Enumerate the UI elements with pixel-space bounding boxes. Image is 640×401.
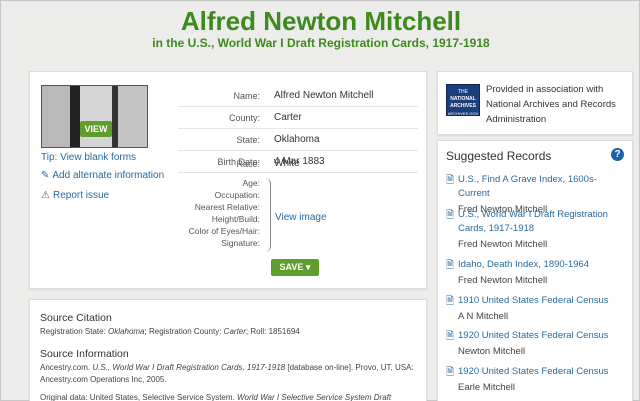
citation-suffix: ; Roll: 1851694 <box>245 327 300 336</box>
field-value: Alfred Newton Mitchell <box>274 90 374 101</box>
original-data-text: Original data: United States, Selective … <box>40 392 420 401</box>
suggested-record-link[interactable]: 1920 United States Federal Census <box>458 329 628 343</box>
document-icon: 🗎 <box>446 331 455 342</box>
field-label: Name: <box>233 91 260 101</box>
field-group-brace <box>265 178 271 252</box>
source-citation-text: Registration State: Oklahoma; Registrati… <box>40 326 420 338</box>
suggested-record-person: Fred Newton Mitchell <box>458 239 548 250</box>
field-row-county: County: Carter <box>178 107 418 129</box>
document-icon: 🗎 <box>446 210 455 221</box>
document-icon: 🗎 <box>446 296 455 307</box>
association-panel: THE NATIONAL ARCHIVES ARCHIVES.GOV Provi… <box>437 71 633 135</box>
suggested-record-link[interactable]: 1910 United States Federal Census <box>458 294 628 308</box>
field-label-signature: Signature: <box>221 238 260 248</box>
info-title: U.S., World War I Draft Registration Car… <box>92 363 286 372</box>
suggested-record-link[interactable]: 1920 United States Federal Census <box>458 365 628 379</box>
report-issue-link[interactable]: ⚠ Report issue <box>41 190 109 201</box>
add-alternate-info-label: Add alternate information <box>52 170 165 181</box>
logo-text: THE <box>458 89 468 95</box>
field-row-state: State: Oklahoma <box>178 129 418 151</box>
save-button[interactable]: SAVE ▾ <box>271 259 319 276</box>
suggested-records-title: Suggested Records <box>446 149 552 163</box>
citation-prefix: Registration State: <box>40 327 109 336</box>
view-image-link[interactable]: View image <box>275 212 327 223</box>
record-image-thumbnail[interactable]: VIEW <box>41 85 148 148</box>
suggested-record[interactable]: 🗎 1910 United States Federal Census A N … <box>446 294 628 324</box>
help-icon[interactable]: ? <box>611 148 624 161</box>
field-label-eyes-hair: Color of Eyes/Hair: <box>188 226 260 236</box>
original-title: World War I Selective Service System Dra… <box>236 393 392 401</box>
field-value: Oklahoma <box>274 134 320 145</box>
document-icon: 🗎 <box>446 367 455 378</box>
suggested-record[interactable]: 🗎 1920 United States Federal Census Earl… <box>446 365 628 395</box>
association-text: Provided in association with National Ar… <box>486 84 616 125</box>
logo-text: ARCHIVES <box>450 103 476 109</box>
suggested-records-panel: Suggested Records ? 🗎 U.S., Find A Grave… <box>437 140 633 401</box>
suggested-record-person: Newton Mitchell <box>458 346 526 357</box>
suggested-record-link[interactable]: U.S., World War I Draft Registration Car… <box>458 208 628 236</box>
suggested-record-link[interactable]: U.S., Find A Grave Index, 1600s-Current <box>458 173 628 201</box>
suggested-record[interactable]: 🗎 Idaho, Death Index, 1890-1964 Fred New… <box>446 258 628 288</box>
national-archives-logo: THE NATIONAL ARCHIVES ARCHIVES.GOV <box>446 84 480 116</box>
suggested-record-link[interactable]: Idaho, Death Index, 1890-1964 <box>458 258 628 272</box>
page-title: Alfred Newton Mitchell <box>180 6 462 36</box>
view-blank-forms-label: Tip: View blank forms <box>41 152 137 163</box>
view-button[interactable]: VIEW <box>80 121 112 137</box>
suggested-record-person: Fred Newton Mitchell <box>458 275 548 286</box>
logo-text: NATIONAL <box>450 96 476 102</box>
save-button-label: SAVE <box>279 262 304 272</box>
view-blank-forms-link[interactable]: Tip: View blank forms <box>41 152 136 163</box>
suggested-record-person: A N Mitchell <box>458 311 509 322</box>
logo-text: ARCHIVES.GOV <box>447 111 479 116</box>
field-row-name: Name: Alfred Newton Mitchell <box>178 85 418 107</box>
field-value: Carter <box>274 112 302 123</box>
field-label-nearest-relative: Nearest Relative: <box>194 202 260 212</box>
field-label: State: <box>236 135 260 145</box>
field-value: White <box>274 158 300 169</box>
info-prefix: Ancestry.com. <box>40 363 93 372</box>
warning-icon: ⚠ <box>41 190 50 201</box>
citation-state: Oklahoma <box>108 327 145 336</box>
field-label-occupation: Occupation: <box>214 190 260 200</box>
field-label-age: Age: <box>242 178 261 188</box>
source-information-heading: Source Information <box>40 348 129 360</box>
add-alternate-info-link[interactable]: ✎ Add alternate information <box>41 170 164 181</box>
field-label: County: <box>228 113 260 123</box>
source-citation-heading: Source Citation <box>40 312 112 324</box>
chevron-down-icon: ▾ <box>305 262 311 272</box>
source-information-text: Ancestry.com. U.S., World War I Draft Re… <box>40 362 420 386</box>
suggested-record[interactable]: 🗎 U.S., World War I Draft Registration C… <box>446 208 628 252</box>
suggested-record[interactable]: 🗎 1920 United States Federal Census Newt… <box>446 329 628 359</box>
page-subtitle: in the U.S., World War I Draft Registrat… <box>152 36 490 50</box>
document-icon: 🗎 <box>446 260 455 271</box>
image-only-fields: Race: White Age: Occupation: Nearest Rel… <box>178 158 418 252</box>
pencil-icon: ✎ <box>41 170 50 181</box>
report-issue-label: Report issue <box>52 190 110 201</box>
original-prefix: Original data: United States, Selective … <box>40 393 237 401</box>
field-label: Race: <box>236 159 260 169</box>
document-icon: 🗎 <box>446 175 455 186</box>
citation-mid: ; Registration County: <box>144 327 224 336</box>
field-label-height-build: Height/Build: <box>211 214 260 224</box>
record-panel: VIEW Tip: View blank forms ✎ Add alterna… <box>29 71 427 289</box>
source-panel: Source Citation Registration State: Okla… <box>29 299 427 401</box>
suggested-record-person: Earle Mitchell <box>458 382 516 393</box>
citation-county: Carter <box>223 327 246 336</box>
